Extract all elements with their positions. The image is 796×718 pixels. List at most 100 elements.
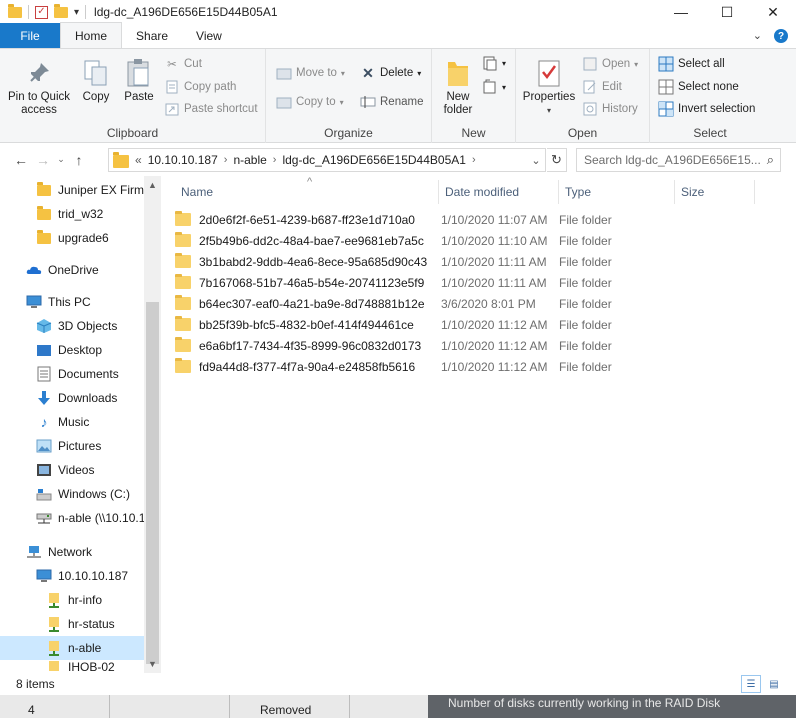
scrollbar-thumb[interactable] [146, 302, 159, 664]
table-row[interactable]: 2f5b49b6-dd2c-48a4-bae7-ee9681eb7a5c 1/1… [175, 230, 735, 251]
copy-path-button[interactable]: Copy path [164, 79, 236, 95]
tab-file[interactable]: File [0, 23, 60, 48]
table-row[interactable]: 3b1babd2-9ddb-4ea6-8ece-95a685d90c43 1/1… [175, 251, 735, 272]
close-button[interactable]: ✕ [750, 0, 796, 24]
file-date: 1/10/2020 11:10 AM [441, 233, 548, 248]
tab-home[interactable]: Home [60, 22, 123, 48]
nav-item-n-able-drive[interactable]: n-able (\\10.10.1 [36, 506, 145, 530]
breadcrumb-ip[interactable]: 10.10.10.187 [148, 153, 218, 167]
nav-item-3d-objects[interactable]: 3D Objects [36, 314, 117, 338]
copy-button[interactable]: Copy [78, 57, 114, 104]
file-name: b64ec307-eaf0-4a21-ba9e-8d748881b12e [199, 296, 425, 311]
details-view-icon[interactable]: ☰ [741, 675, 761, 693]
tab-view[interactable]: View [182, 23, 236, 48]
nav-item-upgrade6[interactable]: upgrade6 [36, 226, 109, 250]
move-to-button[interactable]: Move to ▾ [276, 65, 345, 81]
search-input[interactable]: Search ldg-dc_A196DE656E15... ⌕ [576, 148, 781, 172]
scroll-down-icon[interactable]: ▼ [144, 659, 161, 669]
delete-button[interactable]: ✕ Delete ▾ [360, 65, 421, 81]
nav-item-downloads[interactable]: Downloads [36, 386, 117, 410]
table-row[interactable]: bb25f39b-bfc5-4832-b0ef-414f494461ce 1/1… [175, 314, 735, 335]
breadcrumb-folder[interactable]: ldg-dc_A196DE656E15D44B05A1 [282, 153, 465, 167]
paste-shortcut-button[interactable]: Paste shortcut [164, 101, 258, 117]
refresh-icon[interactable]: ↻ [547, 148, 567, 172]
search-icon[interactable]: ⌕ [767, 152, 774, 168]
nav-item-pictures[interactable]: Pictures [36, 434, 101, 458]
copy-to-button[interactable]: Copy to ▾ [276, 94, 344, 110]
recent-locations-icon[interactable]: ⌄ [54, 154, 68, 165]
nav-item-onedrive[interactable]: OneDrive [26, 258, 99, 282]
help-icon[interactable]: ? [774, 29, 788, 43]
nav-scrollbar[interactable]: ▲ ▼ [144, 176, 161, 673]
properties-button[interactable]: Properties ▾ [520, 57, 578, 117]
up-arrow-icon[interactable]: ↑ [68, 152, 90, 168]
nav-item-10-10-10-187[interactable]: 10.10.10.187 [36, 564, 128, 588]
properties-check-icon[interactable]: ✓ [35, 5, 48, 19]
nav-item-hr-status[interactable]: hr-status [46, 612, 115, 636]
address-dropdown-icon[interactable]: ⌄ [527, 149, 545, 171]
folder-icon [175, 337, 191, 352]
column-header-name[interactable]: ^ Name [175, 176, 439, 204]
column-header-size[interactable]: Size [675, 180, 755, 204]
nav-item-label: IHOB-02 [68, 660, 115, 673]
nav-item-trid[interactable]: trid_w32 [36, 202, 103, 226]
background-app: 4 Removed Number of disks currently work… [0, 695, 796, 718]
table-row[interactable]: e6a6bf17-7434-4f35-8999-96c0832d0173 1/1… [175, 335, 735, 356]
easy-access-button[interactable]: ▾ [482, 79, 506, 95]
nav-item-music[interactable]: ♪ Music [36, 410, 90, 434]
column-header-date[interactable]: Date modified [439, 180, 559, 204]
scroll-up-icon[interactable]: ▲ [144, 180, 161, 190]
table-row[interactable]: b64ec307-eaf0-4a21-ba9e-8d748881b12e 3/6… [175, 293, 735, 314]
videos-icon [36, 462, 52, 478]
maximize-button[interactable]: ☐ [704, 0, 750, 24]
pin-quick-access-button[interactable]: Pin to Quick access [6, 57, 72, 117]
select-all-icon [658, 56, 674, 72]
back-arrow-icon[interactable]: ← [10, 152, 32, 168]
nav-item-ihob[interactable]: IHOB-02 [46, 660, 115, 673]
network-drive-icon [36, 510, 52, 526]
minimize-button[interactable]: — [658, 0, 704, 24]
rename-button[interactable]: Rename [360, 94, 423, 110]
open-button[interactable]: Open ▾ [582, 56, 638, 72]
cut-button[interactable]: ✂ Cut [164, 56, 202, 72]
table-row[interactable]: 2d0e6f2f-6e51-4239-b687-ff23e1d710a0 1/1… [175, 209, 735, 230]
column-header-label: Type [565, 185, 592, 199]
edit-button[interactable]: Edit [582, 79, 622, 95]
forward-arrow-icon[interactable]: → [32, 152, 54, 168]
divider [28, 5, 29, 19]
nav-item-windows-c[interactable]: Windows (C:) [36, 482, 130, 506]
nav-item-hr-info[interactable]: hr-info [46, 588, 102, 612]
nav-item-videos[interactable]: Videos [36, 458, 94, 482]
nav-item-network[interactable]: Network [26, 540, 92, 564]
qat-dropdown-icon[interactable]: ▾ [74, 7, 79, 18]
new-folder-icon[interactable] [54, 3, 68, 18]
address-overflow[interactable]: « [135, 153, 142, 167]
folder-icon [36, 205, 52, 222]
nav-item-n-able[interactable]: n-able [0, 636, 144, 660]
nav-item-this-pc[interactable]: This PC [26, 290, 91, 314]
large-icons-view-icon[interactable]: ▤ [764, 675, 784, 693]
select-none-button[interactable]: Select none [658, 79, 739, 95]
breadcrumb-share[interactable]: n-able [233, 153, 266, 167]
music-icon: ♪ [40, 414, 48, 430]
file-type: File folder [559, 254, 612, 269]
tab-share[interactable]: Share [122, 23, 182, 48]
new-item-button[interactable]: ▾ [482, 55, 506, 71]
address-bar[interactable]: « 10.10.10.187 › n-able › ldg-dc_A196DE6… [108, 148, 546, 172]
chevron-down-icon[interactable]: ⌄ [753, 29, 762, 43]
new-folder-button[interactable]: New folder [438, 57, 478, 117]
chevron-right-icon[interactable]: › [472, 154, 476, 166]
history-button[interactable]: History [582, 101, 638, 117]
ribbon: Pin to Quick access Copy Paste ✂ Cut Cop… [0, 49, 796, 143]
chevron-right-icon[interactable]: › [224, 154, 228, 166]
nav-item-juniper[interactable]: Juniper EX Firmw [36, 178, 153, 202]
paste-button[interactable]: Paste [120, 57, 158, 104]
table-row[interactable]: fd9a44d8-f377-4f7a-90a4-e24858fb5616 1/1… [175, 356, 735, 377]
nav-item-desktop[interactable]: Desktop [36, 338, 102, 362]
chevron-right-icon[interactable]: › [273, 154, 277, 166]
select-all-button[interactable]: Select all [658, 56, 725, 72]
invert-selection-button[interactable]: Invert selection [658, 101, 755, 117]
table-row[interactable]: 7b167068-51b7-46a5-b54e-20741123e5f9 1/1… [175, 272, 735, 293]
column-header-type[interactable]: Type [559, 180, 675, 204]
nav-item-documents[interactable]: Documents [36, 362, 119, 386]
